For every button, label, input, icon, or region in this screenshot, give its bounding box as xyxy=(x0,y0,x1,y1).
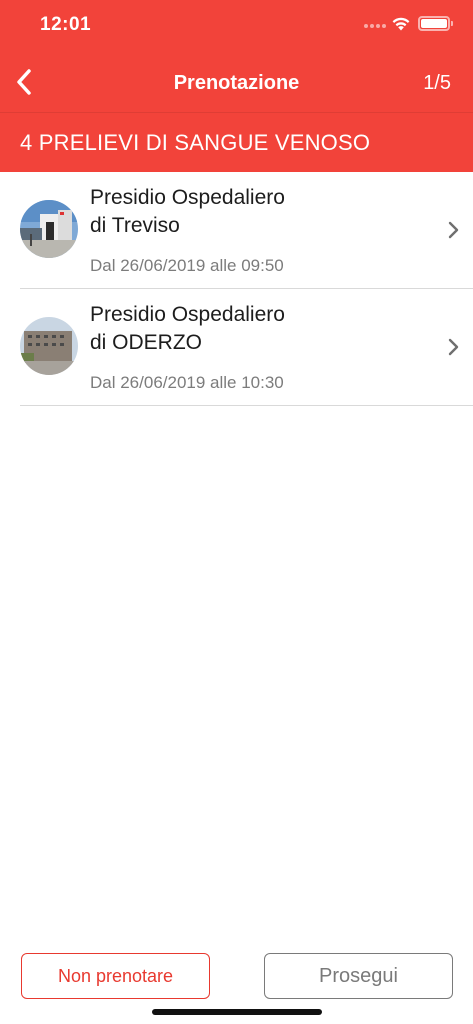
step-indicator: 1/5 xyxy=(423,72,451,94)
section-banner: 4 PRELIEVI DI SANGUE VENOSO xyxy=(0,112,473,172)
battery-icon xyxy=(418,16,453,31)
location-avatar-treviso xyxy=(20,200,78,258)
location-item-treviso[interactable]: Presidio Ospedaliero di Treviso Dal 26/0… xyxy=(0,172,473,289)
footer: Non prenotare Prosegui xyxy=(0,950,473,1024)
location-date: Dal 26/06/2019 alle 10:30 xyxy=(90,373,284,392)
location-avatar-oderzo xyxy=(20,317,78,375)
section-title: 4 PRELIEVI DI SANGUE VENOSO xyxy=(20,130,371,155)
chevron-right-icon xyxy=(448,338,459,356)
status-time: 12:01 xyxy=(40,14,92,35)
cellular-signal-icon xyxy=(364,24,386,28)
location-item-oderzo[interactable]: Presidio Ospedaliero di ODERZO Dal 26/06… xyxy=(0,289,473,406)
location-title: Presidio Ospedaliero di Treviso xyxy=(90,186,285,237)
status-bar: 12:01 xyxy=(0,0,473,52)
app-header: 12:01 Prenotazione 1/5 xyxy=(0,0,473,112)
location-date: Dal 26/06/2019 alle 09:50 xyxy=(90,256,284,275)
divider xyxy=(20,405,473,406)
navigation-bar: Prenotazione 1/5 xyxy=(0,52,473,112)
location-title: Presidio Ospedaliero di ODERZO xyxy=(90,303,285,354)
location-list: Presidio Ospedaliero di Treviso Dal 26/0… xyxy=(0,172,473,406)
non-prenotare-button[interactable]: Non prenotare xyxy=(21,953,210,999)
home-indicator[interactable] xyxy=(152,1009,322,1015)
page-title: Prenotazione xyxy=(173,72,300,94)
wifi-icon xyxy=(392,17,410,31)
chevron-right-icon xyxy=(448,221,459,239)
prosegui-button[interactable]: Prosegui xyxy=(264,953,453,999)
